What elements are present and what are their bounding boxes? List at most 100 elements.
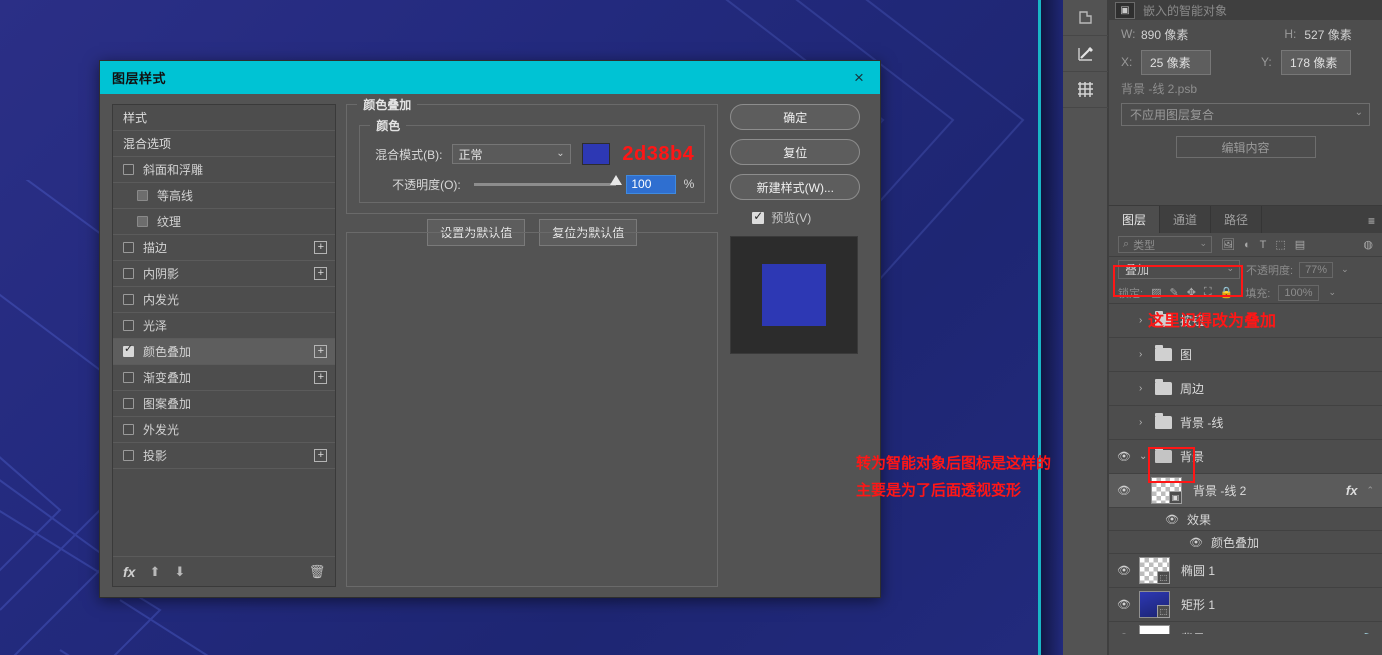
y-input[interactable]: 178 像素	[1281, 49, 1351, 75]
layer-effect-row[interactable]: 👁 颜色叠加	[1109, 531, 1382, 554]
grid-tool-icon[interactable]	[1063, 72, 1108, 108]
measure-tool-icon[interactable]	[1063, 36, 1108, 72]
layer-row[interactable]: 👁 ⬚ 矩形 1	[1109, 588, 1382, 622]
style-row-6[interactable]: 内阴影 +	[113, 261, 336, 287]
layer-thumbnail[interactable]: ⬚	[1139, 557, 1170, 584]
add-effect-icon[interactable]: +	[314, 345, 328, 358]
move-lock-icon[interactable]: ✥	[1187, 286, 1196, 299]
style-checkbox[interactable]	[123, 320, 134, 331]
style-row-5[interactable]: 描边 +	[113, 235, 336, 261]
eye-icon[interactable]: 👁	[1181, 536, 1211, 549]
opacity-input[interactable]: 100	[626, 174, 676, 194]
eye-icon[interactable]: 👁	[1109, 484, 1139, 497]
style-checkbox[interactable]	[123, 372, 134, 383]
styles-list[interactable]: 样式混合选项斜面和浮雕等高线纹理描边 + 内阴影 + 内发光光泽颜色叠加 + 渐变叠加 + 图案…	[113, 105, 336, 556]
style-checkbox[interactable]	[137, 216, 148, 227]
opacity-slider-thumb[interactable]	[610, 174, 623, 185]
layer-row[interactable]: › 按钮	[1109, 304, 1382, 338]
brush-lock-icon[interactable]: ✎	[1169, 286, 1178, 299]
style-checkbox[interactable]	[123, 268, 134, 279]
blend-mode-select[interactable]: 叠加 ⌄	[1118, 260, 1240, 279]
eye-icon[interactable]: 👁	[1109, 564, 1139, 577]
style-row-13[interactable]: 投影 +	[113, 443, 336, 469]
style-checkbox[interactable]	[123, 343, 134, 357]
add-effect-icon[interactable]: +	[314, 371, 328, 384]
style-row-8[interactable]: 光泽	[113, 313, 336, 339]
layer-comp-select[interactable]: 不应用图层复合 ⌄	[1121, 103, 1370, 126]
transparency-lock-icon[interactable]: ▨	[1151, 286, 1161, 299]
style-row-9[interactable]: 颜色叠加 +	[113, 339, 336, 365]
x-input[interactable]: 25 像素	[1141, 49, 1211, 75]
style-checkbox[interactable]	[123, 450, 134, 461]
style-row-2[interactable]: 斜面和浮雕	[113, 157, 336, 183]
eye-icon[interactable]: 👁	[1109, 598, 1139, 611]
add-effect-icon[interactable]: +	[314, 241, 328, 254]
eye-icon[interactable]: 👁	[1109, 450, 1139, 463]
layer-row[interactable]: 👁 ⬚ 椭圆 1	[1109, 554, 1382, 588]
style-row-4[interactable]: 纹理	[113, 209, 336, 235]
add-effect-icon[interactable]: +	[314, 267, 328, 280]
style-checkbox[interactable]	[123, 398, 134, 409]
style-checkbox[interactable]	[123, 294, 134, 305]
style-row-10[interactable]: 渐变叠加 +	[113, 365, 336, 391]
color-swatch[interactable]	[581, 143, 611, 165]
image-filter-icon[interactable]: 🖼	[1221, 238, 1235, 251]
reset-button[interactable]: 复位	[730, 139, 861, 165]
style-row-1[interactable]: 混合选项	[113, 131, 336, 157]
artboard-lock-icon[interactable]: ⛶	[1204, 286, 1212, 299]
layer-thumbnail[interactable]: ⬚	[1139, 591, 1170, 618]
close-icon[interactable]: ×	[846, 65, 872, 90]
add-effect-icon[interactable]: +	[314, 449, 328, 462]
layer-row[interactable]: › 图	[1109, 338, 1382, 372]
layer-effect-row[interactable]: 👁 效果	[1109, 508, 1382, 531]
chevron-up-icon[interactable]: ⌃	[1366, 485, 1374, 496]
chevron-right-icon[interactable]: ›	[1139, 349, 1155, 360]
chevron-down-icon[interactable]: ⌄	[1139, 451, 1155, 462]
fx-icon[interactable]: fx	[123, 564, 135, 580]
layer-row[interactable]: › 背景 -线	[1109, 406, 1382, 440]
chevron-right-icon[interactable]: ›	[1139, 383, 1155, 394]
fx-icon[interactable]: fx	[1346, 483, 1358, 498]
layer-row[interactable]: 👁 ⌄ 背景	[1109, 440, 1382, 474]
chevron-down-icon[interactable]: ⌄	[1341, 264, 1349, 275]
preview-checkbox[interactable]	[752, 209, 765, 224]
fill-value[interactable]: 100%	[1278, 284, 1319, 301]
tab-paths[interactable]: 路径	[1211, 206, 1263, 233]
dialog-titlebar[interactable]: 图层样式 ×	[100, 61, 880, 94]
layer-row[interactable]: 👁 背景 🔒	[1109, 622, 1382, 634]
ok-button[interactable]: 确定	[730, 104, 861, 130]
style-checkbox[interactable]	[123, 242, 134, 253]
layers-list[interactable]: › 按钮 › 图 › 周边 › 背景 -线 👁 ⌄ 背景 👁 ▣ 背景 -线 2 fx ⌃ 👁 效果 👁 颜色叠加 👁 ⬚…	[1109, 304, 1382, 634]
tab-channels[interactable]: 通道	[1160, 206, 1212, 233]
edit-contents-button[interactable]: 编辑内容	[1175, 136, 1316, 158]
chevron-right-icon[interactable]: ›	[1139, 417, 1155, 428]
chevron-right-icon[interactable]: ›	[1139, 315, 1155, 326]
style-checkbox[interactable]	[137, 190, 148, 201]
opacity-slider[interactable]	[473, 174, 623, 186]
style-checkbox[interactable]	[123, 164, 134, 175]
tab-layers[interactable]: 图层	[1109, 206, 1161, 233]
chevron-down-icon[interactable]: ⌄	[1329, 287, 1337, 298]
blend-mode-select[interactable]: 正常 ⌄	[451, 144, 571, 164]
preview-checkbox-row[interactable]: 预览(V)	[752, 209, 868, 226]
eye-icon[interactable]: 👁	[1109, 632, 1139, 634]
panel-menu-icon[interactable]: ≡	[1368, 214, 1375, 228]
layer-thumbnail[interactable]	[1139, 625, 1170, 634]
filter-toggle-icon[interactable]: ◍	[1363, 238, 1373, 251]
style-row-7[interactable]: 内发光	[113, 287, 336, 313]
layer-opacity-value[interactable]: 77%	[1299, 261, 1334, 278]
style-row-0[interactable]: 样式	[113, 105, 336, 131]
move-up-icon[interactable]: ⬆	[149, 564, 160, 580]
filter-kind-select[interactable]: ⌕ 类型 ⌄	[1118, 236, 1212, 253]
move-down-icon[interactable]: ⬇	[174, 564, 185, 580]
style-checkbox[interactable]	[123, 424, 134, 435]
style-row-3[interactable]: 等高线	[113, 183, 336, 209]
shape-filter-icon[interactable]: ⬚	[1275, 238, 1285, 251]
style-row-12[interactable]: 外发光	[113, 417, 336, 443]
delete-icon[interactable]: 🗑	[309, 564, 326, 580]
layer-row[interactable]: › 周边	[1109, 372, 1382, 406]
layer-row[interactable]: 👁 ▣ 背景 -线 2 fx ⌃	[1109, 474, 1382, 508]
adjustment-filter-icon[interactable]: ◐	[1244, 239, 1251, 251]
new-style-button[interactable]: 新建样式(W)...	[730, 174, 861, 200]
style-row-11[interactable]: 图案叠加	[113, 391, 336, 417]
